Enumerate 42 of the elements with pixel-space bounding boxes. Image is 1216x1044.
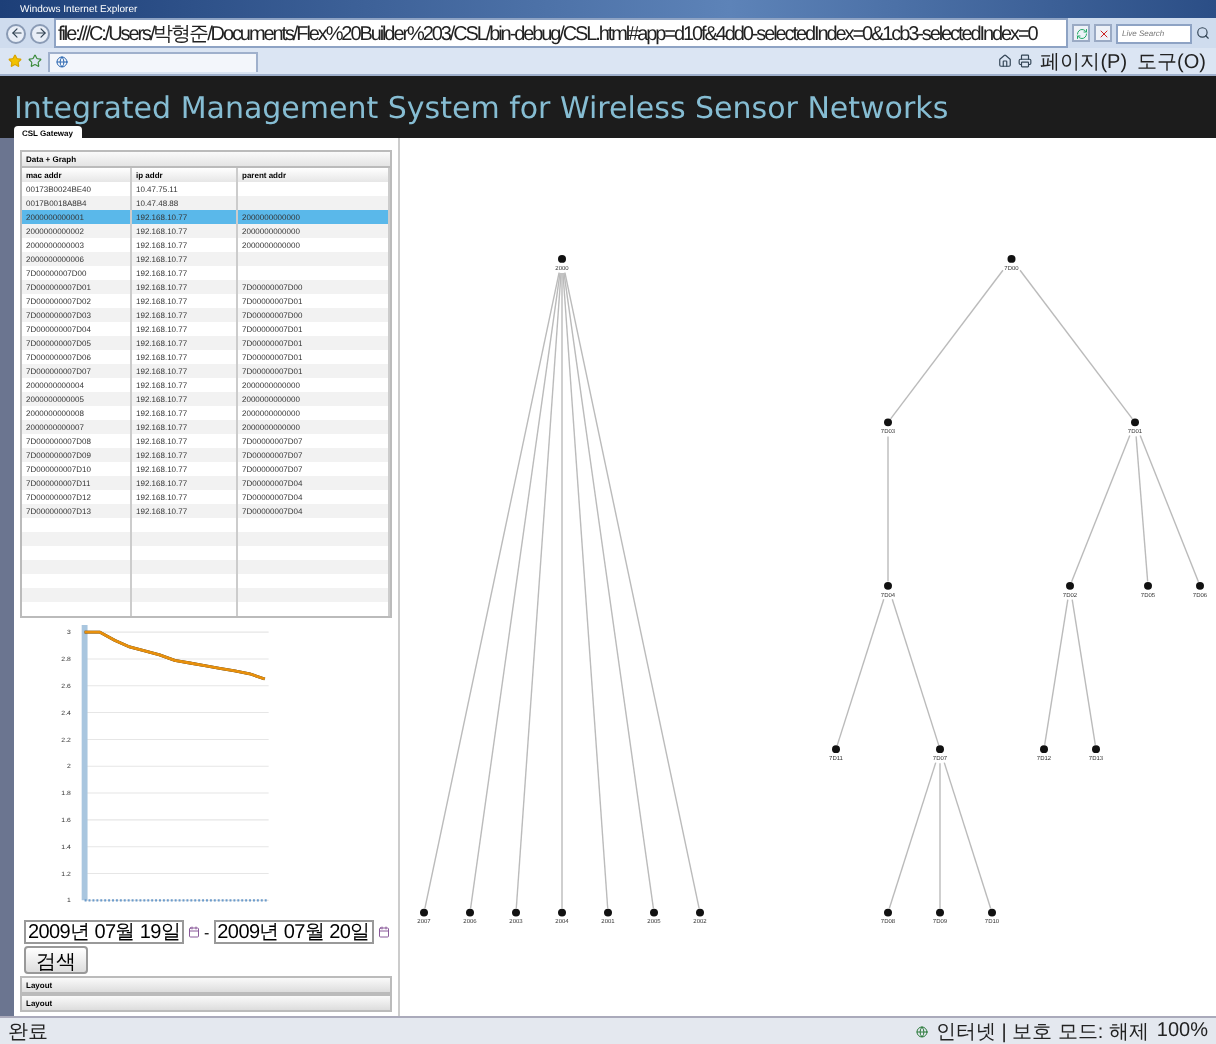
toolbar-menu[interactable]: 페이지(P)	[1038, 47, 1130, 75]
node-dot[interactable]	[1131, 418, 1139, 427]
calendar-icon[interactable]	[377, 926, 390, 938]
node-dot[interactable]	[1092, 745, 1100, 754]
date-separator: -	[204, 923, 210, 941]
printer-icon[interactable]	[1018, 54, 1033, 68]
address-field[interactable]: file:///C:/Users/박형준/Documents/Flex%20Builder%203/CSL/bin-debug/CSL.html#app=d10f&4dd0-selectedIndex=0&1cb3-selectedIndex=0	[54, 18, 1068, 48]
node-dot[interactable]	[604, 908, 612, 917]
app-title: Integrated Management System for Wireless Sensor Networks	[14, 90, 951, 126]
node-dot[interactable]	[1144, 581, 1152, 590]
toolbar-menu[interactable]: 도구(O)	[1135, 47, 1208, 75]
node-dot[interactable]	[512, 908, 520, 917]
status-text: 완료	[8, 1019, 48, 1044]
node-dot[interactable]	[1066, 581, 1074, 590]
node-dot[interactable]	[558, 908, 566, 917]
date-field[interactable]: 2009년 07월 19일	[24, 920, 184, 944]
globe-icon[interactable]	[56, 56, 68, 68]
star-icon[interactable]	[8, 54, 22, 68]
node-dot[interactable]	[936, 745, 944, 754]
node-dot[interactable]	[650, 908, 658, 917]
home-icon[interactable]	[998, 54, 1013, 68]
node-dot[interactable]	[988, 908, 996, 917]
star-icon[interactable]	[28, 54, 42, 68]
zone-text: 인터넷 | 보호 모드: 해제	[935, 1019, 1149, 1044]
node-dot[interactable]	[696, 908, 704, 917]
globe-icon	[915, 1025, 928, 1037]
node-dot[interactable]	[884, 418, 892, 427]
node-dot[interactable]	[1040, 745, 1048, 754]
node-dot[interactable]	[884, 581, 892, 590]
node-dot[interactable]	[466, 908, 474, 917]
node-dot[interactable]	[936, 908, 944, 917]
node-dot[interactable]	[832, 745, 840, 754]
zoom-level[interactable]: 100%	[1156, 1020, 1208, 1042]
node-dot[interactable]	[1196, 581, 1204, 590]
node-dot[interactable]	[558, 255, 566, 263]
search-button[interactable]: 검색	[24, 946, 88, 974]
node-dot[interactable]	[1007, 255, 1016, 263]
date-field[interactable]: 2009년 07월 20일	[213, 920, 374, 944]
node-dot[interactable]	[884, 908, 892, 917]
calendar-icon[interactable]	[188, 926, 200, 938]
node-dot[interactable]	[420, 908, 428, 917]
search-icon[interactable]	[1196, 26, 1210, 40]
